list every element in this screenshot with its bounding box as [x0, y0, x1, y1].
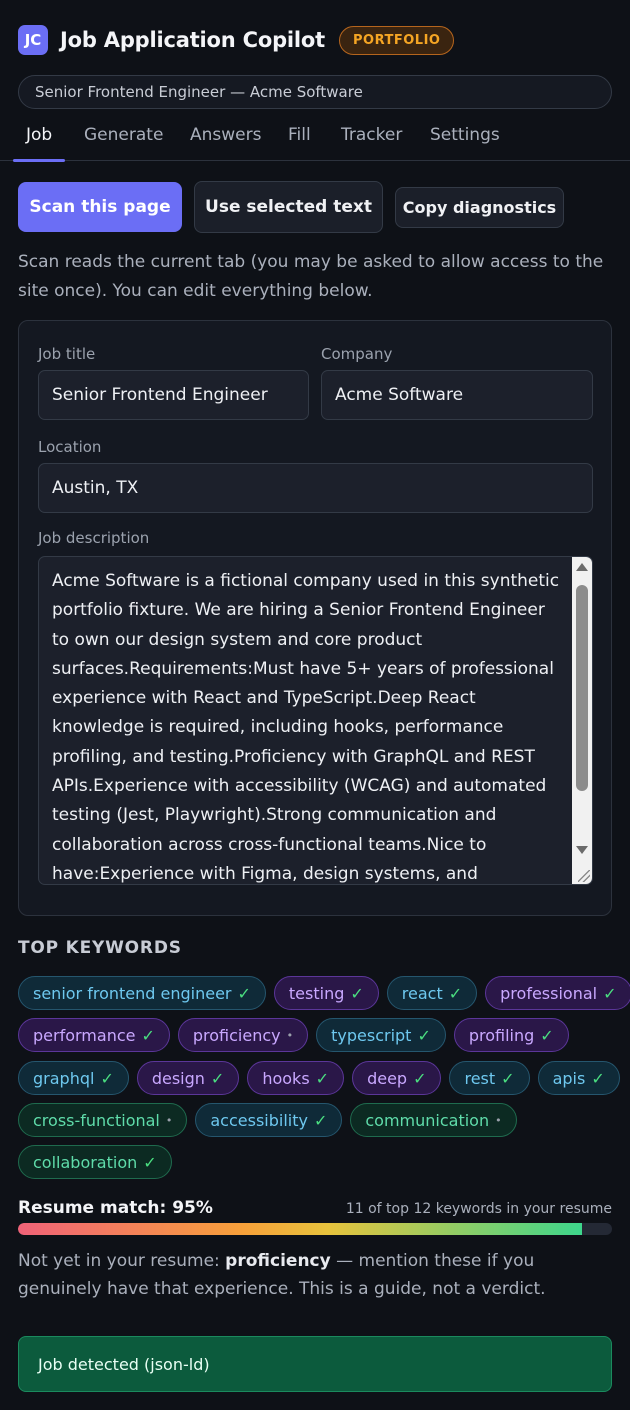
- keyword-chip: rest ✓: [449, 1061, 530, 1095]
- tab-generate[interactable]: Generate: [84, 115, 163, 161]
- keyword-text: deep: [367, 1068, 408, 1088]
- keyword-chip: typescript ✓: [316, 1018, 446, 1052]
- copy-diagnostics-button[interactable]: Copy diagnostics: [395, 187, 564, 228]
- check-icon: ✓: [313, 1110, 328, 1130]
- missing-keywords-note: Not yet in your resume: proficiency — me…: [18, 1247, 612, 1303]
- app-logo: JC: [18, 25, 48, 55]
- keyword-chip: performance ✓: [18, 1018, 170, 1052]
- tab-answers[interactable]: Answers: [190, 115, 261, 161]
- keyword-chip: design ✓: [136, 1061, 240, 1095]
- use-selected-text-button[interactable]: Use selected text: [194, 181, 383, 233]
- keyword-text: react: [401, 983, 443, 1003]
- keyword-row: graphql ✓ design ✓ hooks ✓ deep ✓ rest ✓ apis ✓: [18, 1061, 620, 1095]
- job-description-text: Acme Software is a fictional company use…: [52, 571, 560, 884]
- keyword-text: professional: [500, 983, 598, 1003]
- keyword-text: typescript: [331, 1025, 412, 1045]
- dot-icon: •: [495, 1113, 502, 1127]
- keyword-chip: deep ✓: [352, 1061, 442, 1095]
- check-icon: ✓: [448, 983, 463, 1003]
- keyword-chip: communication •: [350, 1103, 517, 1137]
- keyword-text: accessibility: [210, 1110, 308, 1130]
- keyword-chip: proficiency •: [177, 1018, 309, 1052]
- keyword-chip: profiling ✓: [453, 1018, 569, 1052]
- tab-settings[interactable]: Settings: [430, 115, 500, 161]
- keyword-text: testing: [288, 983, 345, 1003]
- company-label: Company: [321, 345, 393, 363]
- tab-job[interactable]: Job: [12, 115, 66, 162]
- scan-page-button[interactable]: Scan this page: [18, 182, 182, 232]
- keyword-chip: senior frontend engineer ✓: [18, 976, 266, 1010]
- tab-tracker[interactable]: Tracker: [341, 115, 402, 161]
- keyword-row: collaboration ✓: [18, 1145, 172, 1179]
- keyword-chip: graphql ✓: [18, 1061, 129, 1095]
- job-description-textarea[interactable]: Acme Software is a fictional company use…: [38, 556, 593, 885]
- check-icon: ✓: [100, 1068, 114, 1088]
- app-header: JC Job Application Copilot PORTFOLIO: [18, 20, 455, 60]
- company-input[interactable]: Acme Software: [321, 370, 593, 420]
- check-icon: ✓: [413, 1068, 427, 1088]
- check-icon: ✓: [417, 1025, 431, 1045]
- scan-hint: Scan reads the current tab (you may be a…: [18, 252, 604, 301]
- resize-grip-icon[interactable]: [578, 870, 590, 882]
- missing-terms: proficiency: [225, 1251, 331, 1271]
- keyword-chip: hooks ✓: [247, 1061, 345, 1095]
- keyword-row: performance ✓ proficiency • typescript ✓ profi…: [18, 1018, 569, 1052]
- keyword-chip: testing ✓: [273, 976, 379, 1010]
- scroll-down-arrow-icon[interactable]: [576, 846, 588, 854]
- check-icon: ✓: [501, 1068, 515, 1088]
- keyword-text: graphql: [33, 1068, 95, 1088]
- tab-bar: Job Generate Answers Fill Tracker Settin…: [0, 115, 630, 162]
- dot-icon: •: [165, 1113, 173, 1127]
- job-selector[interactable]: Senior Frontend Engineer — Acme Software: [18, 75, 612, 109]
- top-keywords-title: TOP KEYWORDS: [18, 938, 182, 958]
- keyword-text: collaboration: [33, 1152, 138, 1172]
- keyword-chip: apis ✓: [537, 1061, 620, 1095]
- keyword-text: hooks: [262, 1068, 310, 1088]
- keyword-text: performance: [33, 1025, 136, 1045]
- job-detected-status: Job detected (json-ld): [18, 1336, 612, 1392]
- match-progress-bar: [18, 1223, 612, 1235]
- tab-fill[interactable]: Fill: [288, 115, 311, 161]
- keyword-text: profiling: [468, 1025, 535, 1045]
- missing-prefix: Not yet in your resume:: [18, 1251, 226, 1271]
- location-input[interactable]: Austin, TX: [38, 463, 593, 513]
- job-title-input[interactable]: Senior Frontend Engineer: [38, 370, 309, 420]
- keyword-text: communication: [365, 1110, 490, 1130]
- check-icon: ✓: [540, 1025, 554, 1045]
- job-description-label: Job description: [38, 529, 150, 547]
- keyword-text: apis: [552, 1068, 586, 1088]
- keyword-row: cross-functional • accessibility ✓ communica…: [18, 1103, 517, 1137]
- portfolio-badge: PORTFOLIO: [338, 25, 455, 55]
- keyword-text: cross-functional: [33, 1110, 160, 1130]
- check-icon: ✓: [143, 1152, 157, 1172]
- keyword-chip: accessibility ✓: [195, 1103, 343, 1137]
- keyword-text: proficiency: [192, 1025, 281, 1045]
- textarea-scrollbar[interactable]: [572, 557, 592, 884]
- app-title: Job Application Copilot: [60, 28, 325, 52]
- job-form-card: Job title Senior Frontend Engineer Compa…: [18, 320, 612, 916]
- keyword-chip: collaboration ✓: [18, 1145, 172, 1179]
- check-icon: ✓: [141, 1025, 155, 1045]
- keyword-text: design: [151, 1068, 205, 1088]
- resume-match-label: Resume match: 95%: [18, 1198, 213, 1218]
- check-icon: ✓: [350, 983, 364, 1003]
- scroll-up-arrow-icon[interactable]: [576, 563, 588, 571]
- keyword-row: senior frontend engineer ✓ testing ✓ react ✓ p…: [18, 976, 630, 1010]
- keyword-chip: cross-functional •: [18, 1103, 188, 1137]
- keyword-count-note: 11 of top 12 keywords in your resume: [345, 1201, 612, 1217]
- check-icon: ✓: [237, 983, 251, 1003]
- check-icon: ✓: [603, 983, 617, 1003]
- match-progress-fill: [18, 1223, 583, 1235]
- job-title-label: Job title: [38, 345, 96, 363]
- dot-icon: •: [286, 1028, 294, 1042]
- keyword-text: senior frontend engineer: [33, 983, 232, 1003]
- keyword-chip: react ✓: [386, 976, 478, 1010]
- keyword-chip: professional ✓: [485, 976, 630, 1010]
- scroll-thumb[interactable]: [576, 585, 588, 791]
- location-label: Location: [38, 438, 102, 456]
- keyword-text: rest: [464, 1068, 496, 1088]
- check-icon: ✓: [315, 1068, 330, 1088]
- check-icon: ✓: [210, 1068, 225, 1088]
- check-icon: ✓: [591, 1068, 605, 1088]
